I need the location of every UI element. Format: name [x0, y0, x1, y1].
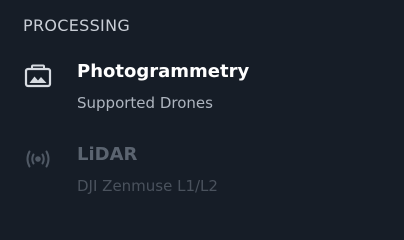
menu-item-subtitle: DJI Zenmuse L1/L2 — [77, 177, 218, 195]
menu-item-photogrammetry[interactable]: Photogrammetry Supported Drones — [0, 52, 404, 122]
menu-item-subtitle: Supported Drones — [77, 94, 213, 112]
menu-item-title: LiDAR — [77, 144, 138, 165]
menu-item-title: Photogrammetry — [77, 61, 250, 82]
section-heading: PROCESSING — [23, 16, 131, 35]
image-icon — [24, 64, 52, 88]
menu-item-lidar[interactable]: LiDAR DJI Zenmuse L1/L2 — [0, 135, 404, 205]
broadcast-icon — [26, 150, 50, 168]
